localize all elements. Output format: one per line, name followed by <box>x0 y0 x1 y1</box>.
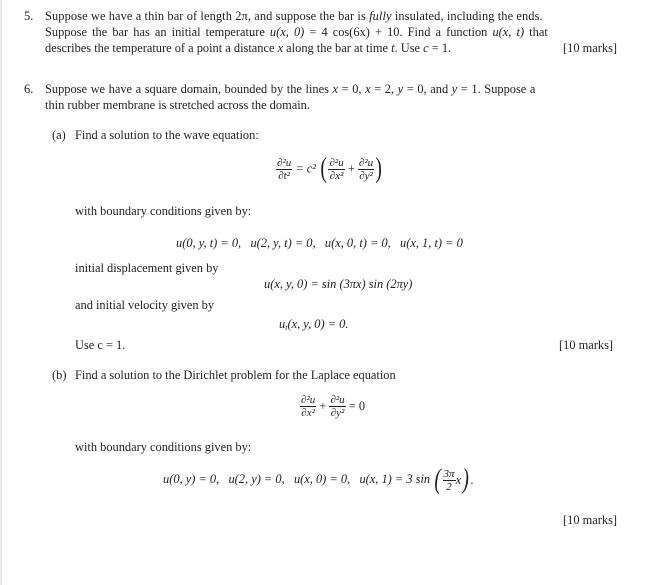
use-c-note: Use c = 1. <box>75 338 126 352</box>
boundary-condition: u(0, y) = 0, <box>163 472 220 486</box>
numerator: ∂²u <box>328 156 345 170</box>
math: 2π <box>235 9 248 23</box>
part-label: (b) <box>52 368 67 382</box>
part-a-intro: Find a solution to the wave equation: <box>75 128 259 142</box>
question-5-line-2: Suppose the bar has an initial temperatu… <box>45 25 548 40</box>
text: = 1. <box>428 41 452 55</box>
text: . Use <box>394 41 424 55</box>
question-5-line-3: describes the temperature of a point a d… <box>45 41 451 56</box>
text: that <box>524 25 548 39</box>
boundary-condition: u(2, y) = 0, <box>228 472 285 486</box>
boundary-conditions-b: u(0, y) = 0, u(2, y) = 0, u(x, 0) = 0, u… <box>163 462 474 496</box>
bc-intro: with boundary conditions given by: <box>75 204 252 218</box>
text: = 2, <box>370 82 398 96</box>
text: Suppose the bar has an initial temperatu… <box>45 25 270 39</box>
part-b-intro: Find a solution to the Dirichlet problem… <box>75 368 396 382</box>
equals-c-squared: = c² <box>295 161 317 176</box>
boundary-condition: u(x, 0, t) = 0, <box>324 236 391 250</box>
denominator: ∂x² <box>301 407 315 419</box>
text: = 0, <box>338 82 366 96</box>
laplace-equation: ∂²u ∂x² + ∂²u ∂y² = 0 <box>300 394 365 419</box>
marks-label: [10 marks] <box>563 513 618 527</box>
denominator: ∂y² <box>359 169 373 182</box>
numerator: ∂²u <box>329 394 346 407</box>
emphasis: fully <box>369 9 392 23</box>
math: u(x, t) <box>492 25 525 39</box>
text: = 4 cos(6x) + 10. Find a function <box>304 25 493 39</box>
denominator: ∂y² <box>330 407 345 419</box>
text: = 0, and <box>403 82 452 96</box>
text: insulated, including the ends. <box>391 9 543 23</box>
text: Suppose we have a square domain, bounded… <box>45 82 333 96</box>
initial-displacement-equation: u(x, y, 0) = sin (3πx) sin (2πy) <box>264 277 413 291</box>
boundary-conditions-a: u(0, y, t) = 0, u(2, y, t) = 0, u(x, 0, … <box>176 236 463 251</box>
period: . <box>470 473 474 488</box>
math: (x, y, 0) = 0. <box>287 317 349 331</box>
question-number: 6. <box>24 82 34 96</box>
numerator: ∂²u <box>357 156 375 170</box>
left-paren: ( <box>320 153 328 184</box>
right-paren: ) <box>462 464 469 496</box>
left-paren: ( <box>434 464 442 496</box>
displacement-intro: initial displacement given by <box>75 261 219 275</box>
text: = 1. Suppose a <box>457 82 536 96</box>
marks-label: [10 marks] <box>563 41 618 55</box>
boundary-condition: u(2, y, t) = 0, <box>250 236 316 250</box>
fraction: ∂²u ∂t² <box>276 156 293 182</box>
boundary-condition: u(x, 1, t) = 0 <box>400 236 463 250</box>
plus-sign: + <box>347 161 355 176</box>
text: Suppose we have a thin bar of length <box>45 9 236 23</box>
bc-intro: with boundary conditions given by: <box>75 440 252 454</box>
math: x <box>455 473 462 488</box>
plus-sign: + <box>319 399 327 413</box>
equals-zero: = 0 <box>348 399 366 413</box>
numerator: ∂²u <box>276 156 293 170</box>
velocity-intro: and initial velocity given by <box>75 298 215 312</box>
fraction: 3π 2 <box>442 467 456 493</box>
denominator: 2 <box>446 480 452 493</box>
fraction: ∂²u ∂y² <box>329 394 346 419</box>
numerator: 3π <box>442 467 456 481</box>
boundary-condition: u(x, 1) = 3 sin <box>359 472 431 486</box>
question-number: 5. <box>24 9 34 23</box>
wave-equation: ∂²u ∂t² = c² (∂²u ∂x² + ∂²u ∂y²) <box>276 155 383 183</box>
question-6-line-1: Suppose we have a square domain, bounded… <box>45 82 535 97</box>
denominator: ∂t² <box>278 169 291 182</box>
boundary-condition: u(x, 0) = 0, <box>293 472 351 486</box>
fraction: ∂²u ∂y² <box>357 156 375 182</box>
text: along the bar at time <box>283 41 392 55</box>
part-label: (a) <box>52 128 66 142</box>
text: , and suppose the bar is <box>247 9 370 23</box>
right-paren: ) <box>375 153 383 184</box>
question-5-line-1: Suppose we have a thin bar of length 2π,… <box>45 9 543 24</box>
marks-label: [10 marks] <box>559 338 614 352</box>
boundary-condition: u(0, y, t) = 0, <box>176 236 242 250</box>
math: u(x, 0) <box>269 25 305 39</box>
initial-velocity-equation: ut(x, y, 0) = 0. <box>279 317 348 332</box>
denominator: ∂x² <box>329 169 344 182</box>
question-6-line-2: thin rubber membrane is stretched across… <box>45 98 310 112</box>
numerator: ∂²u <box>300 394 317 407</box>
fraction: ∂²u ∂x² <box>300 394 317 419</box>
fraction: ∂²u ∂x² <box>328 156 345 182</box>
page-left-border <box>0 0 2 585</box>
text: describes the temperature of a point a d… <box>45 41 278 55</box>
